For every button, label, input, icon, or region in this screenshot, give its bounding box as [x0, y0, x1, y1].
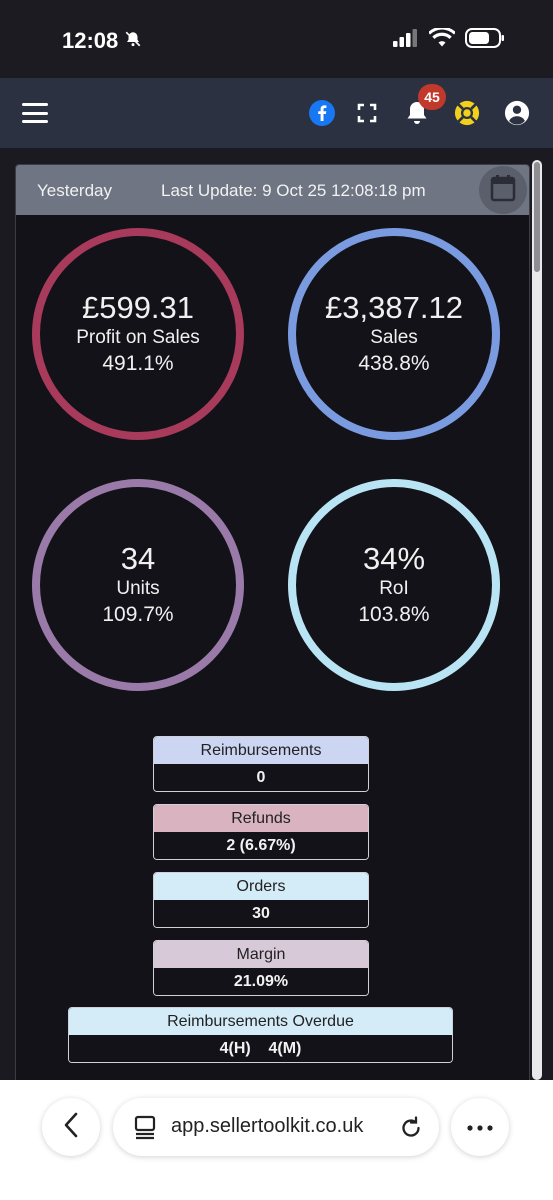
metric-change: 103.8% — [358, 603, 430, 626]
status-time-group: 12:08 — [62, 28, 142, 54]
status-time: 12:08 — [62, 28, 119, 53]
back-button[interactable] — [42, 1098, 100, 1156]
stat-value: 30 — [154, 900, 368, 927]
menu-icon-bar — [22, 111, 48, 115]
battery-icon — [465, 28, 505, 53]
chevron-left-icon — [63, 1112, 79, 1143]
wifi-icon — [428, 26, 456, 53]
bell-muted-icon — [124, 28, 142, 54]
page-scrollbar[interactable] — [532, 160, 542, 1080]
stat-value: 2 (6.67%) — [154, 832, 368, 859]
lifebuoy-help-icon[interactable] — [454, 100, 480, 126]
date-picker-button[interactable] — [479, 166, 527, 214]
page-menu-icon[interactable] — [133, 1114, 157, 1145]
browser-toolbar: app.sellertoolkit.co.uk — [0, 1080, 553, 1200]
more-options-button[interactable] — [451, 1098, 509, 1156]
orders-stat[interactable]: Orders 30 — [153, 872, 369, 928]
refunds-stat[interactable]: Refunds 2 (6.67%) — [153, 804, 369, 860]
metric-label: Sales — [370, 327, 418, 348]
status-icons — [393, 26, 505, 53]
metric-change: 491.1% — [102, 352, 174, 375]
metric-change: 109.7% — [102, 603, 174, 626]
reimbursements-stat[interactable]: Reimbursements 0 — [153, 736, 369, 792]
cellular-signal-icon — [393, 29, 419, 52]
panel-header: Yesterday Last Update: 9 Oct 25 12:08:18… — [16, 165, 529, 215]
menu-button[interactable] — [22, 103, 48, 123]
stat-value: 0 — [154, 764, 368, 791]
notification-count-badge: 45 — [418, 84, 446, 110]
margin-stat[interactable]: Margin 21.09% — [153, 940, 369, 996]
metric-label: RoI — [379, 578, 409, 599]
stat-label: Orders — [154, 873, 368, 900]
more-dots-icon — [467, 1118, 493, 1136]
stat-value: 4(H) 4(M) — [69, 1035, 452, 1062]
menu-icon-bar — [22, 103, 48, 106]
url-text: app.sellertoolkit.co.uk — [171, 1115, 364, 1137]
period-label[interactable]: Yesterday — [37, 181, 112, 201]
metric-label: Profit on Sales — [76, 327, 200, 348]
account-icon[interactable] — [504, 100, 530, 126]
reimbursements-overdue-stat[interactable]: Reimbursements Overdue 4(H) 4(M) — [68, 1007, 453, 1063]
metric-change: 438.8% — [358, 352, 430, 375]
last-update-text: Last Update: 9 Oct 25 12:08:18 pm — [161, 181, 426, 200]
sales-metric-circle[interactable]: £3,387.12 Sales 438.8% — [288, 228, 500, 440]
reload-icon[interactable] — [399, 1114, 423, 1145]
stat-label: Reimbursements Overdue — [69, 1008, 452, 1035]
scrollbar-thumb[interactable] — [534, 162, 540, 272]
metric-label: Units — [116, 578, 160, 599]
app-header — [0, 78, 553, 148]
fullscreen-icon[interactable] — [354, 100, 380, 126]
units-metric-circle[interactable]: 34 Units 109.7% — [32, 479, 244, 691]
calendar-icon — [490, 174, 516, 207]
status-bar: 12:08 — [0, 0, 553, 78]
metric-value: 34 — [120, 541, 156, 576]
stat-label: Refunds — [154, 805, 368, 832]
address-bar[interactable]: app.sellertoolkit.co.uk — [113, 1098, 439, 1156]
metric-value: £3,387.12 — [325, 290, 463, 325]
stat-label: Margin — [154, 941, 368, 968]
stat-label: Reimbursements — [154, 737, 368, 764]
profit-metric-circle[interactable]: £599.31 Profit on Sales 491.1% — [32, 228, 244, 440]
metric-value: 34% — [362, 541, 426, 576]
roi-metric-circle[interactable]: 34% RoI 103.8% — [288, 479, 500, 691]
metric-value: £599.31 — [81, 290, 195, 325]
facebook-icon[interactable] — [309, 100, 335, 126]
stat-value: 21.09% — [154, 968, 368, 995]
menu-icon-bar — [22, 120, 48, 123]
